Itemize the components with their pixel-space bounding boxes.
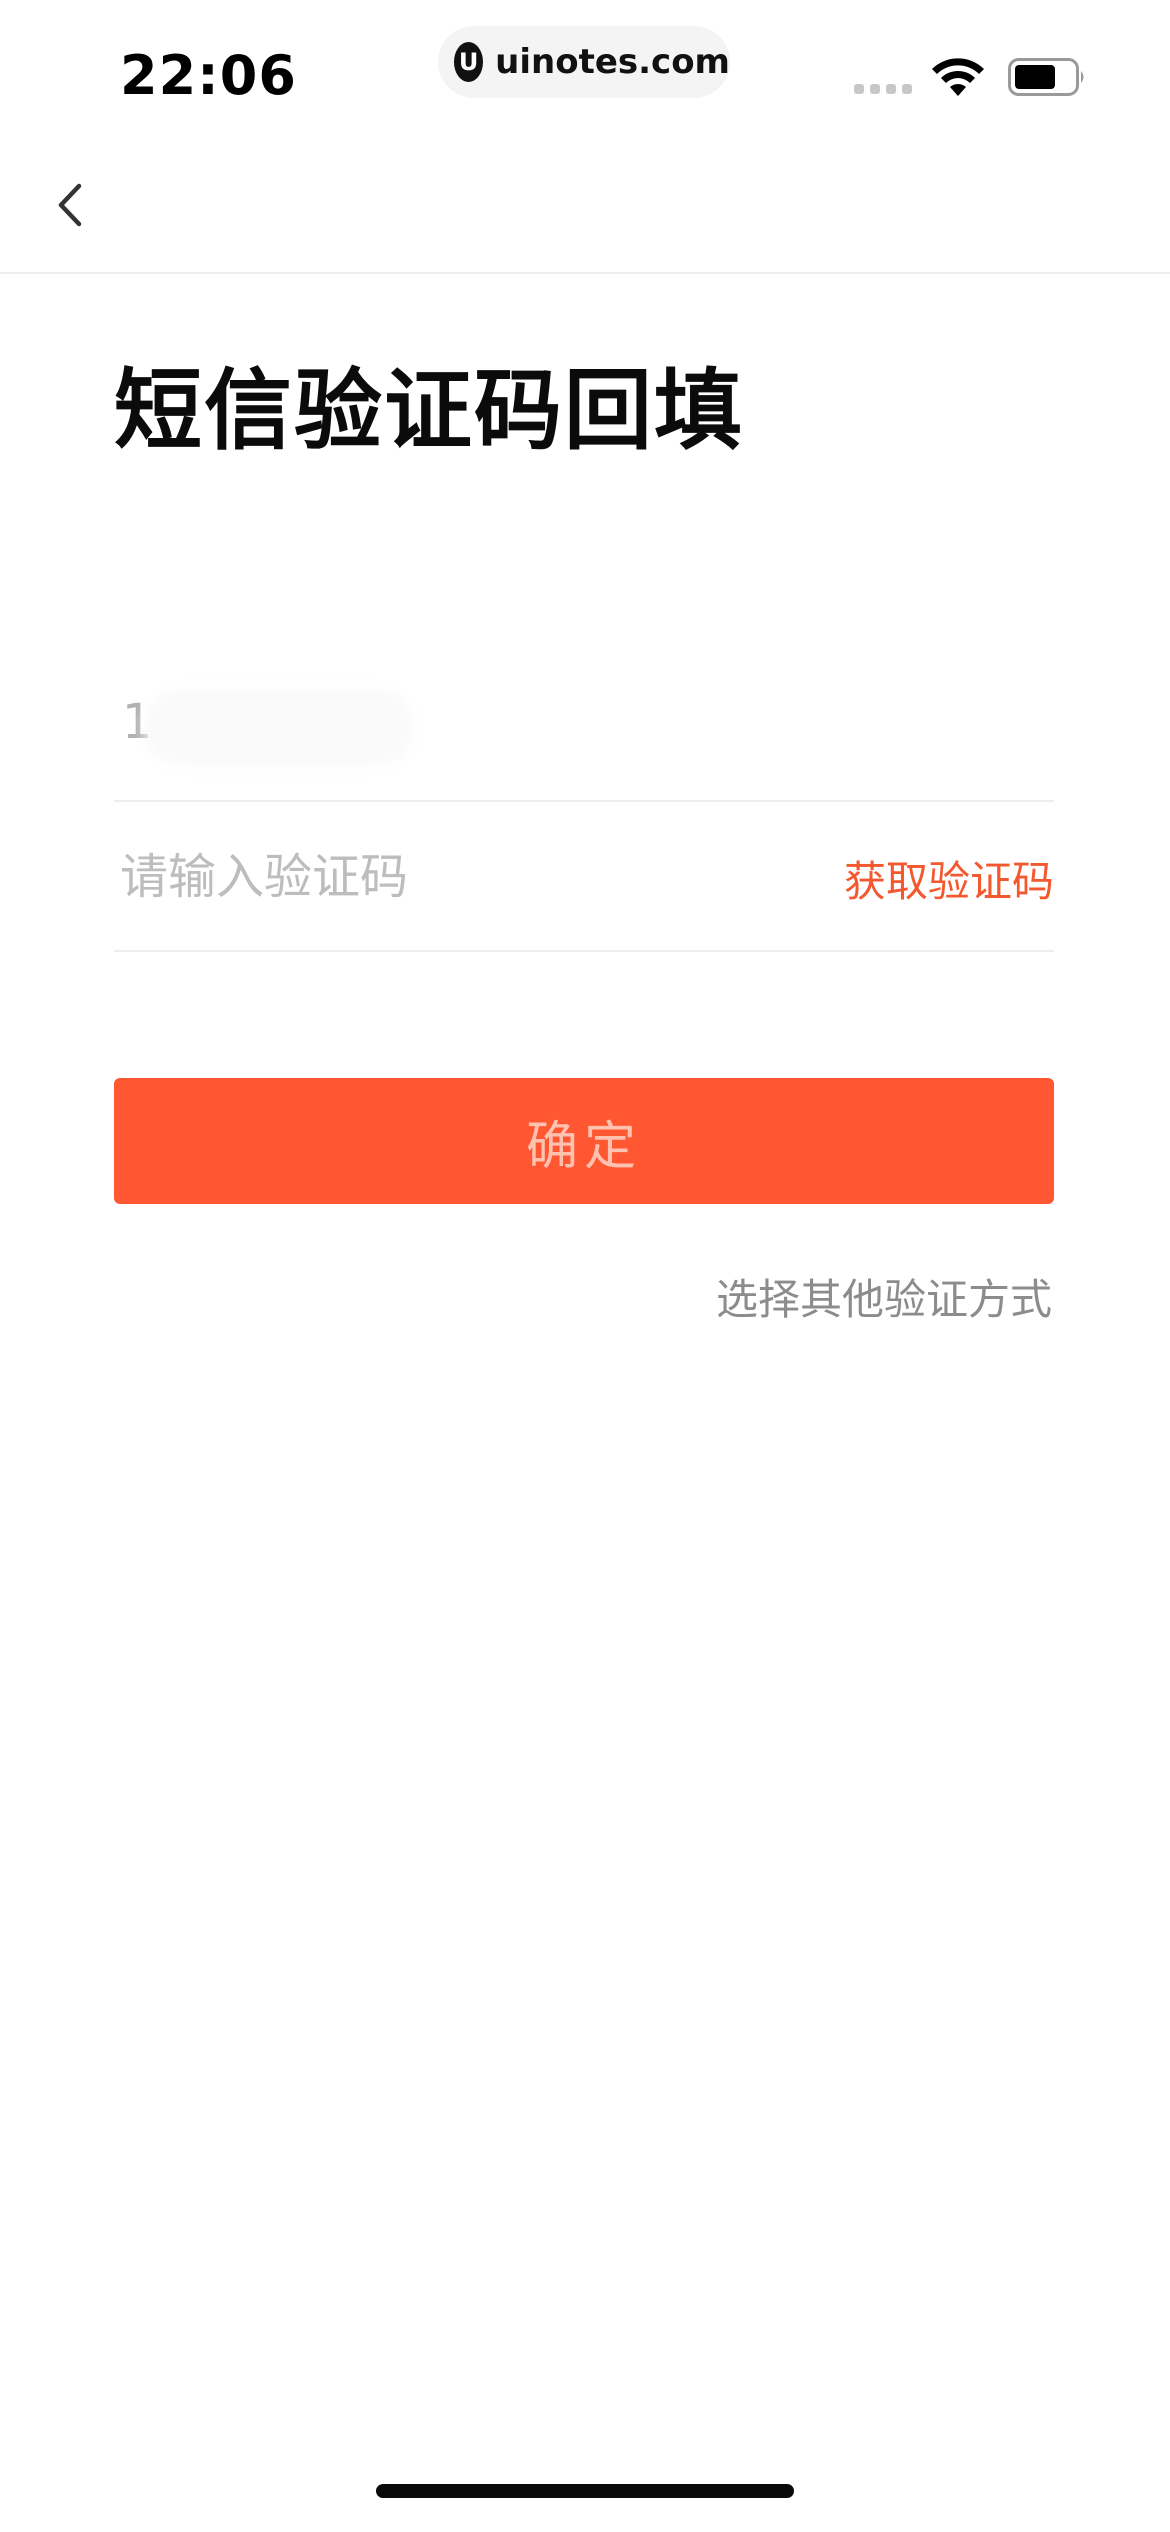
battery-icon — [1008, 58, 1084, 96]
cellular-signal-icon — [854, 84, 912, 94]
wifi-icon — [932, 58, 984, 96]
sms-verify-screen: 22:06 U uinotes.com 短信验证码回填 1 获取验证码 确定 选… — [0, 0, 1170, 2532]
nav-divider — [0, 272, 1170, 274]
other-verification-method-link[interactable]: 选择其他验证方式 — [716, 1266, 1052, 1327]
site-logo-icon: U — [454, 42, 484, 82]
chevron-left-icon — [58, 183, 82, 227]
status-time: 22:06 — [120, 44, 297, 107]
url-text: uinotes.com — [495, 42, 730, 82]
code-field: 获取验证码 — [114, 802, 1054, 952]
url-pill[interactable]: U uinotes.com — [438, 26, 730, 98]
back-button[interactable] — [40, 170, 100, 240]
get-code-button[interactable]: 获取验证码 — [844, 848, 1054, 909]
phone-number-redacted — [144, 688, 414, 766]
page-title: 短信验证码回填 — [114, 359, 745, 462]
home-indicator[interactable] — [376, 2484, 794, 2498]
verification-code-input[interactable] — [120, 842, 720, 912]
phone-field: 1 — [114, 652, 1054, 802]
confirm-button[interactable]: 确定 — [114, 1078, 1054, 1204]
